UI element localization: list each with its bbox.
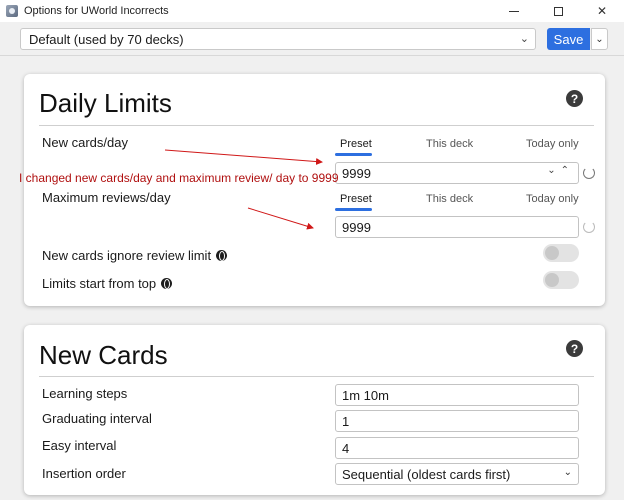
easy-interval-input[interactable]: 4 — [335, 437, 579, 459]
active-tab-indicator — [335, 153, 372, 156]
new-cards-ignore-review-limit-toggle[interactable] — [543, 244, 579, 262]
maximize-icon — [553, 6, 563, 16]
new-cards-per-day-label: New cards/day — [42, 135, 128, 150]
learning-steps-input[interactable]: 1m 10m — [335, 384, 579, 406]
annotation-text: I changed new cards/day and maximum revi… — [19, 171, 339, 185]
chevron-down-icon: ⌄ — [595, 33, 604, 45]
help-icon[interactable]: ? — [566, 340, 583, 357]
divider — [39, 376, 594, 377]
limits-start-from-top-toggle[interactable] — [543, 271, 579, 289]
graduating-interval-value: 1 — [342, 414, 350, 429]
title-bar: Options for UWorld Incorrects ✕ — [0, 0, 624, 22]
tab-preset[interactable]: Preset — [340, 193, 372, 205]
reset-icon[interactable] — [583, 167, 595, 179]
preset-select[interactable]: Default (used by 70 decks) ⌄ — [20, 28, 536, 50]
close-button[interactable]: ✕ — [580, 0, 624, 22]
maximum-reviews-per-day-value: 9999 — [342, 220, 371, 235]
save-menu-button[interactable]: ⌄ — [591, 28, 608, 50]
toggle-knob — [545, 246, 559, 260]
chevron-down-icon: ⌄ — [563, 467, 572, 478]
tab-today-only[interactable]: Today only — [526, 138, 579, 150]
insertion-order-value: Sequential (oldest cards first) — [342, 467, 511, 482]
new-cards-ignore-review-limit-text: New cards ignore review limit — [42, 248, 212, 263]
tab-today-only[interactable]: Today only — [526, 193, 579, 205]
close-icon: ✕ — [596, 4, 608, 18]
learning-steps-value: 1m 10m — [342, 388, 389, 403]
preset-select-value: Default (used by 70 decks) — [29, 32, 184, 47]
new-cards-title: New Cards — [39, 340, 168, 370]
learning-steps-label: Learning steps — [42, 386, 128, 401]
graduating-interval-input[interactable]: 1 — [335, 410, 579, 432]
divider — [39, 125, 594, 126]
tab-this-deck[interactable]: This deck — [426, 138, 473, 150]
new-cards-ignore-review-limit-label: New cards ignore review limit — [42, 248, 228, 263]
maximum-reviews-per-day-input[interactable]: 9999 — [335, 216, 579, 238]
limits-start-from-top-label: Limits start from top — [42, 276, 173, 291]
minimize-icon — [509, 10, 519, 12]
insertion-order-select[interactable]: Sequential (oldest cards first) ⌄ — [335, 463, 579, 485]
graduating-interval-label: Graduating interval — [42, 411, 152, 426]
help-icon[interactable]: ? — [566, 90, 583, 107]
active-tab-indicator — [335, 208, 372, 211]
stepper-arrows-icon[interactable]: ⌄⌃ — [547, 165, 574, 176]
toolbar: Default (used by 70 decks) ⌄ Save ⌄ — [0, 22, 624, 56]
save-button[interactable]: Save — [547, 28, 590, 50]
reset-icon[interactable] — [583, 221, 595, 233]
new-cards-per-day-input[interactable]: 9999 ⌄⌃ — [335, 162, 579, 184]
maximum-reviews-per-day-label: Maximum reviews/day — [42, 190, 171, 205]
tab-this-deck[interactable]: This deck — [426, 193, 473, 205]
globe-icon — [161, 278, 173, 289]
minimize-button[interactable] — [492, 0, 536, 22]
new-cards-tabs: Preset This deck Today only — [335, 138, 579, 158]
globe-icon — [216, 250, 228, 261]
limits-start-from-top-text: Limits start from top — [42, 276, 157, 291]
new-cards-card: New Cards ? Learning steps 1m 10m Gradua… — [24, 325, 605, 495]
maximize-button[interactable] — [536, 0, 580, 22]
easy-interval-label: Easy interval — [42, 438, 117, 453]
tab-preset[interactable]: Preset — [340, 138, 372, 150]
window-title: Options for UWorld Incorrects — [24, 5, 169, 17]
app-icon — [6, 5, 18, 17]
daily-limits-title: Daily Limits — [39, 88, 172, 118]
max-reviews-tabs: Preset This deck Today only — [335, 193, 579, 213]
insertion-order-label: Insertion order — [42, 466, 126, 481]
daily-limits-card: Daily Limits ? New cards/day Preset This… — [24, 74, 605, 306]
new-cards-per-day-value: 9999 — [342, 166, 371, 181]
window-controls: ✕ — [492, 0, 624, 22]
chevron-down-icon: ⌄ — [519, 33, 529, 45]
toggle-knob — [545, 273, 559, 287]
easy-interval-value: 4 — [342, 441, 350, 456]
